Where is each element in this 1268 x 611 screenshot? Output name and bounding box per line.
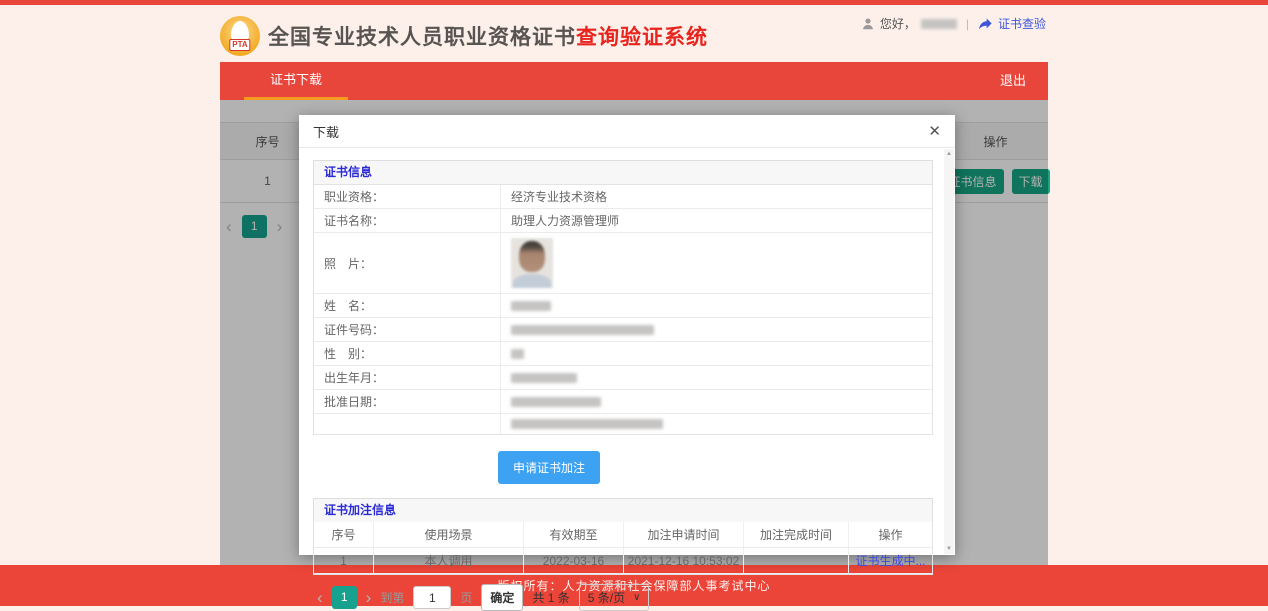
chevron-down-icon: ∨ xyxy=(633,592,640,603)
site-header: PTA 全国专业技术人员职业资格证书查询验证系统 您好， | 证书查验 xyxy=(0,5,1268,62)
info-row-approve-date: 批准日期： xyxy=(314,390,932,414)
logo-pta-label: PTA xyxy=(229,39,250,51)
close-icon[interactable]: ✕ xyxy=(928,124,941,139)
info-label xyxy=(314,414,501,434)
info-label: 职业资格： xyxy=(314,185,501,208)
confirm-page-button[interactable]: 确定 xyxy=(481,584,523,611)
id-photo xyxy=(511,238,553,288)
anno-seq: 1 xyxy=(314,548,374,573)
cert-info-table: 职业资格： 经济专业技术资格 证书名称： 助理人力资源管理师 照 片： xyxy=(313,184,933,435)
cert-info-section-title: 证书信息 xyxy=(324,165,372,179)
info-row-cert-name: 证书名称： 助理人力资源管理师 xyxy=(314,209,932,233)
anno-col-scene: 使用场景 xyxy=(374,522,524,547)
masked-value xyxy=(511,301,551,311)
info-row-photo: 照 片： xyxy=(314,233,932,294)
anno-apply-time: 2021-12-16 10:53:02 xyxy=(624,548,744,573)
masked-username xyxy=(921,19,957,29)
info-row-qualification: 职业资格： 经济专业技术资格 xyxy=(314,185,932,209)
anno-col-apply-time: 加注申请时间 xyxy=(624,522,744,547)
cert-generating-link[interactable]: 证书生成中... xyxy=(855,552,925,569)
info-label: 证件号码： xyxy=(314,318,501,341)
annotation-data-row: 1 本人调用 2022-03-16 2021-12-16 10:53:02 证书… xyxy=(314,548,932,574)
prev-page-icon[interactable]: ‹ xyxy=(317,589,323,606)
logout-button[interactable]: 退出 xyxy=(1000,62,1048,100)
annotation-header-row: 序号 使用场景 有效期至 加注申请时间 加注完成时间 操作 xyxy=(314,522,932,548)
greeting-text: 您好， xyxy=(880,15,916,32)
cert-info-section-header: 证书信息 xyxy=(313,160,933,184)
info-label: 姓 名： xyxy=(314,294,501,317)
info-value: 经济专业技术资格 xyxy=(501,185,932,208)
info-value: 助理人力资源管理师 xyxy=(501,209,932,232)
masked-value xyxy=(511,373,577,383)
info-row-name: 姓 名： xyxy=(314,294,932,318)
info-row-id-number: 证件号码： xyxy=(314,318,932,342)
page-size-select[interactable]: 5 条/页 ∨ xyxy=(579,584,650,611)
anno-col-complete-time: 加注完成时间 xyxy=(744,522,849,547)
certificate-verify-link[interactable]: 证书查验 xyxy=(998,15,1046,32)
modal-scrollbar[interactable]: ▲ ▼ xyxy=(944,149,954,554)
info-row-gender: 性 别： xyxy=(314,342,932,366)
page-unit-label: 页 xyxy=(460,589,472,606)
download-modal: 下载 ✕ 证书信息 职业资格： 经济专业技术资格 证书名称： 助理人力资源管理师… xyxy=(299,115,955,555)
photo-shoulders-shape xyxy=(513,274,551,288)
title-main: 全国专业技术人员职业资格证书 xyxy=(268,26,576,49)
anno-complete-time xyxy=(744,548,849,573)
user-bar: 您好， | 证书查验 xyxy=(861,15,1046,32)
main-content: 序号 操作 1 证书信息 下载 ‹ 1 › 下载 ✕ xyxy=(220,100,1048,565)
modal-header: 下载 ✕ xyxy=(299,115,955,148)
annotation-section-title: 证书加注信息 xyxy=(324,503,396,517)
total-count-label: 共 1 条 xyxy=(532,589,569,606)
share-arrow-icon[interactable] xyxy=(978,17,993,31)
user-icon xyxy=(861,17,875,31)
anno-col-seq: 序号 xyxy=(314,522,374,547)
nav-bar: 证书下载 退出 xyxy=(220,62,1048,100)
pta-logo-icon: PTA xyxy=(220,16,260,56)
next-page-icon[interactable]: › xyxy=(366,589,372,606)
modal-body: 证书信息 职业资格： 经济专业技术资格 证书名称： 助理人力资源管理师 照 片： xyxy=(299,148,955,611)
scroll-up-icon[interactable]: ▲ xyxy=(946,151,952,157)
goto-label: 到第 xyxy=(380,589,404,606)
scroll-down-icon[interactable]: ▼ xyxy=(946,546,952,552)
anno-col-action: 操作 xyxy=(849,522,932,547)
tab-certificate-download[interactable]: 证书下载 xyxy=(244,62,348,100)
annotation-section-header: 证书加注信息 xyxy=(313,498,933,522)
divider: | xyxy=(966,17,969,31)
brand: PTA 全国专业技术人员职业资格证书查询验证系统 xyxy=(220,16,708,56)
page-size-value: 5 条/页 xyxy=(588,589,625,606)
apply-annotation-button[interactable]: 申请证书加注 xyxy=(498,451,600,484)
annotation-table: 序号 使用场景 有效期至 加注申请时间 加注完成时间 操作 1 本人调用 202… xyxy=(313,522,933,575)
photo-head-shape xyxy=(519,241,545,272)
info-label: 批准日期： xyxy=(314,390,501,413)
modal-title: 下载 xyxy=(313,122,339,141)
info-row-extra xyxy=(314,414,932,434)
anno-scene: 本人调用 xyxy=(374,548,524,573)
anno-col-valid: 有效期至 xyxy=(524,522,624,547)
masked-value xyxy=(511,397,601,407)
info-label: 照 片： xyxy=(314,233,501,293)
masked-value xyxy=(511,349,524,359)
info-row-birth: 出生年月： xyxy=(314,366,932,390)
masked-value xyxy=(511,419,663,429)
title-accent: 查询验证系统 xyxy=(576,26,708,49)
info-label: 性 别： xyxy=(314,342,501,365)
page-title: 全国专业技术人员职业资格证书查询验证系统 xyxy=(268,21,708,51)
masked-value xyxy=(511,325,654,335)
info-label: 证书名称： xyxy=(314,209,501,232)
info-label: 出生年月： xyxy=(314,366,501,389)
anno-valid-until: 2022-03-16 xyxy=(524,548,624,573)
